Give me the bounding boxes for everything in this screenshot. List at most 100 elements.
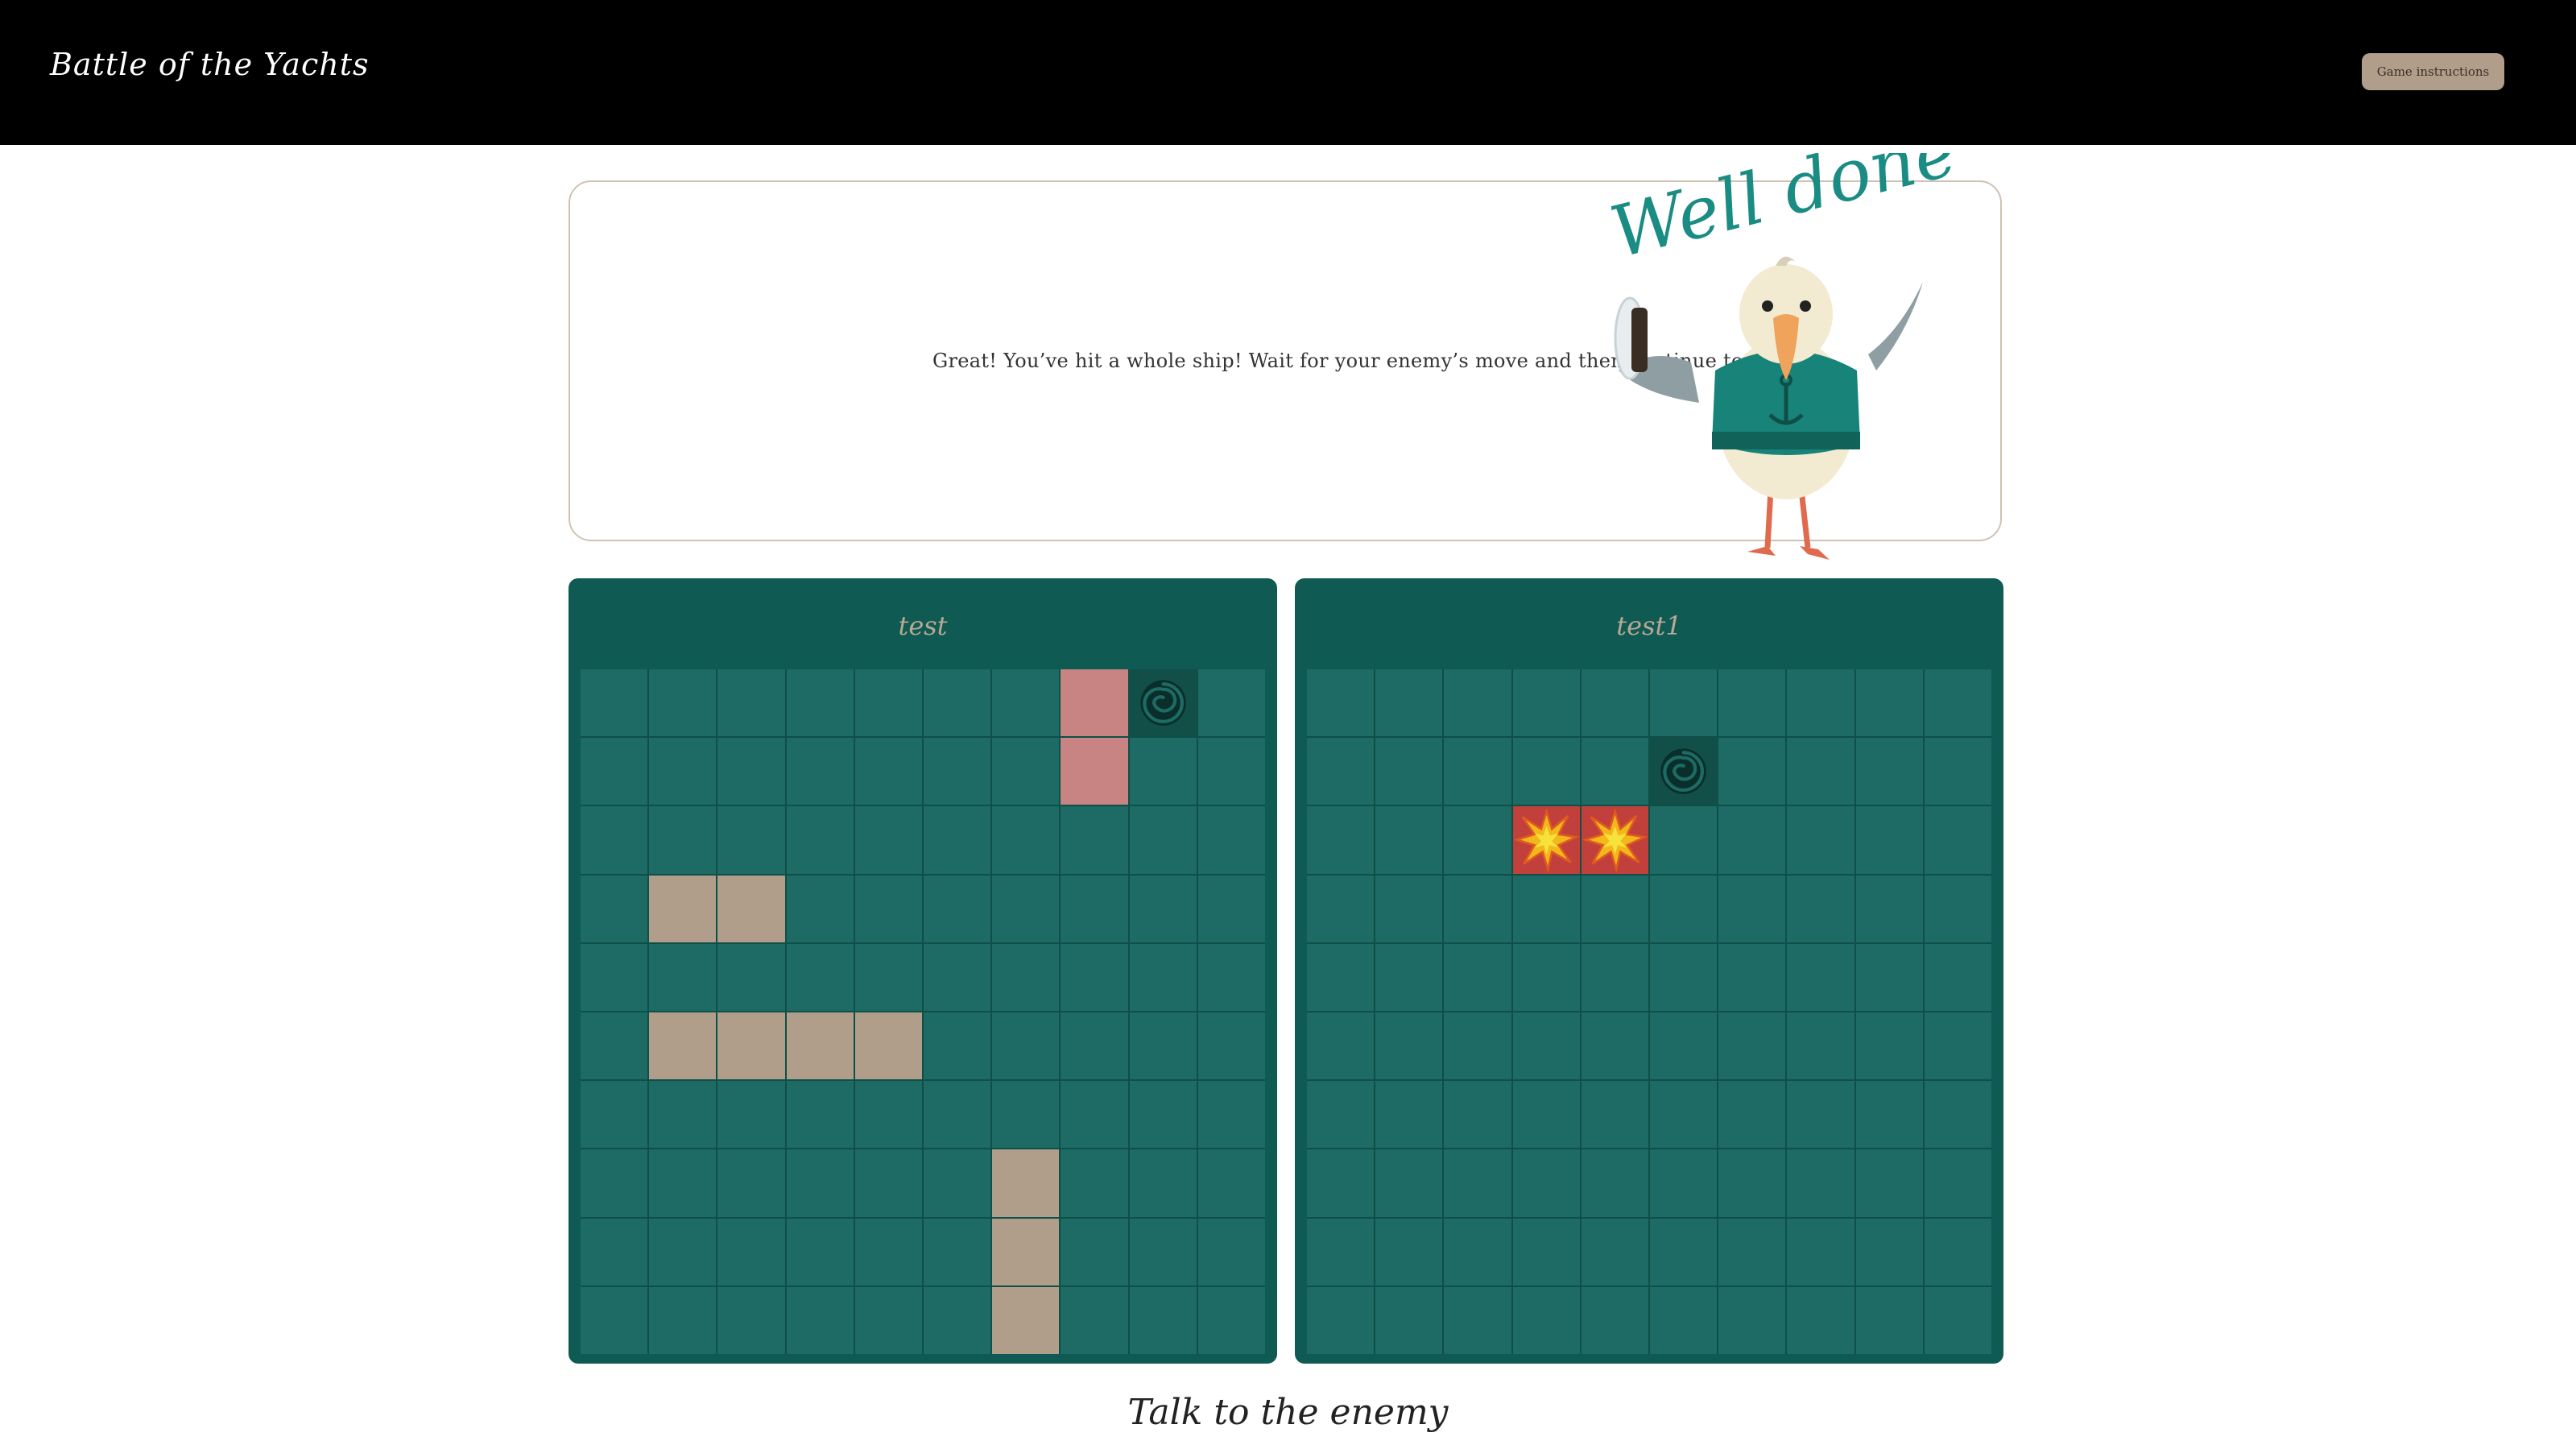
enemy-grid-cell[interactable] [1649,875,1718,942]
enemy-grid-cell[interactable] [1787,738,1854,805]
enemy-grid-cell[interactable] [1581,1286,1648,1354]
enemy-grid-cell[interactable] [1718,1081,1786,1149]
enemy-grid-cell[interactable] [1855,669,1923,737]
enemy-grid-cell[interactable] [1924,1286,1991,1354]
enemy-grid-cell[interactable] [1787,943,1854,1011]
enemy-grid-cell[interactable] [1581,1012,1648,1080]
enemy-grid-cell[interactable] [1718,943,1786,1011]
enemy-grid-cell[interactable] [1924,875,1991,942]
enemy-grid-cell[interactable] [1855,1149,1923,1217]
enemy-grid-cell[interactable] [1444,1149,1511,1217]
enemy-grid-cell[interactable] [1581,806,1648,874]
enemy-grid-cell[interactable] [1787,1081,1854,1149]
enemy-grid-cell[interactable] [1924,669,1991,737]
enemy-grid-cell[interactable] [1855,1012,1923,1080]
game-instructions-button[interactable]: Game instructions [2362,53,2504,90]
enemy-grid-cell[interactable] [1375,738,1443,805]
enemy-grid-cell[interactable] [1787,1149,1854,1217]
enemy-grid-cell[interactable] [1512,1012,1580,1080]
enemy-grid-cell[interactable] [1375,875,1443,942]
enemy-grid-cell[interactable] [1307,1012,1375,1080]
enemy-grid-cell[interactable] [1718,1149,1786,1217]
app-logo[interactable]: Battle of the Yachts [50,47,370,82]
enemy-grid-cell[interactable] [1718,738,1786,805]
enemy-grid-cell[interactable] [1581,1149,1648,1217]
enemy-grid-cell[interactable] [1307,1218,1375,1285]
enemy-grid-cell[interactable] [1512,669,1580,737]
enemy-grid-cell[interactable] [1924,738,1991,805]
enemy-grid-cell[interactable] [1307,1149,1375,1217]
enemy-grid-cell[interactable] [1307,669,1375,737]
enemy-grid-cell[interactable] [1444,1286,1511,1354]
enemy-grid-cell[interactable] [1649,669,1718,737]
enemy-grid-cell[interactable] [1375,1081,1443,1149]
enemy-grid-cell[interactable] [1581,738,1648,805]
enemy-grid-cell[interactable] [1924,806,1991,874]
enemy-grid-cell[interactable] [1787,1286,1854,1354]
enemy-grid-cell[interactable] [1581,943,1648,1011]
enemy-grid-cell[interactable] [1512,1149,1580,1217]
enemy-grid-cell[interactable] [1307,875,1375,942]
enemy-grid-cell[interactable] [1444,738,1511,805]
enemy-grid-cell[interactable] [1649,1218,1718,1285]
enemy-grid-cell[interactable] [1649,738,1718,805]
enemy-grid-cell[interactable] [1718,806,1786,874]
enemy-grid-cell[interactable] [1924,943,1991,1011]
enemy-grid-cell[interactable] [1512,1081,1580,1149]
enemy-grid-cell[interactable] [1444,669,1511,737]
enemy-grid-cell[interactable] [1307,738,1375,805]
enemy-grid-cell[interactable] [1649,1012,1718,1080]
enemy-grid-cell[interactable] [1444,943,1511,1011]
enemy-grid-cell[interactable] [1855,738,1923,805]
enemy-grid-cell[interactable] [1512,943,1580,1011]
enemy-grid-cell[interactable] [1718,1012,1786,1080]
enemy-grid-cell[interactable] [1924,1218,1991,1285]
enemy-grid-cell[interactable] [1375,1149,1443,1217]
enemy-grid-cell[interactable] [1307,1081,1375,1149]
enemy-grid-cell[interactable] [1787,806,1854,874]
enemy-grid-cell[interactable] [1718,1286,1786,1354]
enemy-grid-cell[interactable] [1581,875,1648,942]
enemy-grid-cell[interactable] [1512,806,1580,874]
enemy-grid-cell[interactable] [1924,1012,1991,1080]
enemy-grid-cell[interactable] [1787,1012,1854,1080]
enemy-grid-cell[interactable] [1581,669,1648,737]
enemy-grid-cell[interactable] [1444,1012,1511,1080]
enemy-grid-cell[interactable] [1375,1012,1443,1080]
enemy-grid-cell[interactable] [1444,875,1511,942]
enemy-grid-cell[interactable] [1718,669,1786,737]
enemy-grid-cell[interactable] [1718,875,1786,942]
enemy-grid-cell[interactable] [1924,1149,1991,1217]
enemy-grid-cell[interactable] [1787,1218,1854,1285]
enemy-grid-cell[interactable] [1444,1218,1511,1285]
enemy-grid-cell[interactable] [1375,943,1443,1011]
enemy-grid-cell[interactable] [1444,1081,1511,1149]
enemy-grid-cell[interactable] [1855,943,1923,1011]
enemy-grid-cell[interactable] [1512,1286,1580,1354]
enemy-grid-cell[interactable] [1855,806,1923,874]
enemy-grid-cell[interactable] [1787,875,1854,942]
enemy-grid-cell[interactable] [1855,875,1923,942]
enemy-grid-cell[interactable] [1581,1218,1648,1285]
enemy-grid-cell[interactable] [1924,1081,1991,1149]
enemy-grid-cell[interactable] [1512,738,1580,805]
enemy-grid-cell[interactable] [1855,1218,1923,1285]
enemy-grid-cell[interactable] [1444,806,1511,874]
enemy-grid-cell[interactable] [1375,669,1443,737]
enemy-grid-cell[interactable] [1375,806,1443,874]
enemy-grid-cell[interactable] [1375,1286,1443,1354]
enemy-grid-cell[interactable] [1512,1218,1580,1285]
enemy-grid-cell[interactable] [1649,1081,1718,1149]
enemy-grid-cell[interactable] [1307,1286,1375,1354]
enemy-grid-cell[interactable] [1307,806,1375,874]
enemy-grid-cell[interactable] [1307,943,1375,1011]
enemy-grid-cell[interactable] [1512,875,1580,942]
enemy-grid-cell[interactable] [1649,806,1718,874]
enemy-grid-cell[interactable] [1855,1081,1923,1149]
enemy-grid-cell[interactable] [1649,943,1718,1011]
enemy-grid-cell[interactable] [1649,1286,1718,1354]
enemy-grid-cell[interactable] [1718,1218,1786,1285]
enemy-grid-cell[interactable] [1375,1218,1443,1285]
enemy-grid-cell[interactable] [1855,1286,1923,1354]
enemy-grid-cell[interactable] [1649,1149,1718,1217]
